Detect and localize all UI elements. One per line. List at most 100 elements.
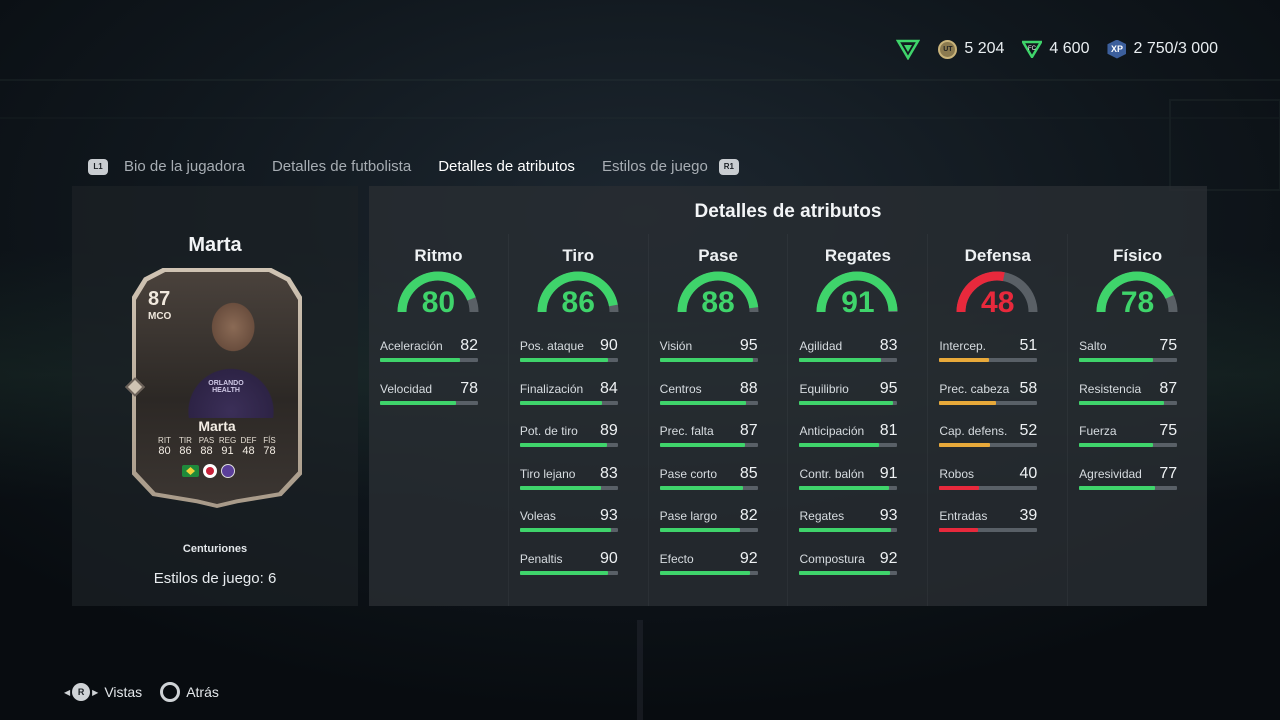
category-name: Físico bbox=[1112, 246, 1163, 265]
r1-button-hint[interactable]: R1 bbox=[718, 158, 739, 175]
right-stick-icon: R bbox=[72, 683, 91, 701]
stat-value: 93 bbox=[879, 507, 898, 525]
category-name: Defensa bbox=[964, 246, 1031, 265]
circle-button-icon[interactable] bbox=[160, 682, 181, 702]
stat-name: Efecto bbox=[659, 552, 694, 566]
l1-button-hint[interactable]: L1 bbox=[88, 158, 108, 175]
player-card[interactable]: ORLANDO HEALTH 87 MCO Marta RIT TIR PAS … bbox=[125, 268, 302, 508]
stat-value: 75 bbox=[1159, 337, 1178, 354]
stat-bar-fill bbox=[939, 400, 997, 405]
card-stat-value: 80 bbox=[158, 445, 171, 457]
tab-player-details[interactable]: Detalles de futbolista bbox=[272, 158, 411, 175]
stat-value: 83 bbox=[600, 464, 618, 482]
attribute-stat: Entradas 39 bbox=[939, 507, 1038, 533]
stat-bar-fill bbox=[799, 528, 891, 533]
stat-bar bbox=[519, 528, 618, 533]
stat-value: 77 bbox=[1159, 464, 1178, 482]
stat-name: Anticipación bbox=[799, 424, 865, 439]
stat-bar-fill bbox=[799, 443, 879, 448]
stat-value: 87 bbox=[739, 422, 758, 440]
club-crest-icon bbox=[221, 464, 235, 478]
stat-bar bbox=[939, 528, 1038, 533]
stat-bar-fill bbox=[519, 528, 611, 533]
card-stat-value: 78 bbox=[263, 445, 276, 457]
views-label[interactable]: Vistas bbox=[104, 684, 142, 700]
stat-bar bbox=[1079, 485, 1178, 490]
stat-value: 83 bbox=[879, 337, 898, 354]
attribute-stat: Agresividad 77 bbox=[1079, 464, 1178, 490]
views-button[interactable]: ◀ R ▶ bbox=[64, 683, 98, 701]
tab-attribute-details[interactable]: Detalles de atributos bbox=[438, 158, 575, 175]
stat-bar-fill bbox=[1079, 443, 1153, 448]
card-badges bbox=[182, 464, 235, 479]
back-label[interactable]: Atrás bbox=[186, 684, 219, 700]
stat-bar bbox=[659, 571, 758, 575]
left-arrow-icon: ◀ bbox=[64, 687, 71, 697]
stat-value: 78 bbox=[460, 379, 478, 397]
stat-name: Pos. ataque bbox=[519, 339, 584, 353]
stat-bar bbox=[939, 358, 1038, 362]
brazil-flag-icon bbox=[182, 465, 199, 477]
stat-name: Entradas bbox=[939, 509, 988, 524]
card-stat-value: 48 bbox=[242, 445, 255, 457]
attribute-stat: Contr. balón 91 bbox=[799, 465, 898, 490]
xp-value: 2 750/3 000 bbox=[1133, 40, 1218, 57]
attribute-stat: Visión 95 bbox=[659, 337, 758, 362]
attribute-stat: Penaltis 90 bbox=[519, 550, 618, 575]
stat-value: 52 bbox=[1019, 422, 1038, 440]
stat-name: Contr. balón bbox=[799, 466, 865, 481]
stat-name: Prec. cabeza bbox=[939, 381, 1010, 396]
stat-bar bbox=[519, 358, 618, 362]
card-type-label: Centuriones bbox=[182, 543, 248, 555]
stat-bar-fill bbox=[939, 528, 978, 533]
stat-bar-fill bbox=[380, 358, 461, 362]
currency-bar: UT 5 204 FC 4 600 XP 2 750/3 000 bbox=[896, 38, 1218, 60]
player-name: Marta bbox=[188, 234, 242, 256]
attribute-stat: Cap. defens. 52 bbox=[939, 422, 1038, 448]
category-value: 91 bbox=[841, 286, 875, 319]
svg-text:FC: FC bbox=[1028, 46, 1037, 52]
attribute-column: Regates 91 Agilidad 83 Equilibrio 95 Anticipac… bbox=[788, 234, 929, 606]
xp-group: XP 2 750/3 000 bbox=[1107, 39, 1218, 59]
stat-bar bbox=[659, 485, 758, 490]
card-stat-label: TIR bbox=[179, 436, 192, 445]
stat-value: 82 bbox=[460, 337, 478, 354]
player-photo bbox=[176, 288, 286, 418]
coin-icon: UT bbox=[938, 39, 958, 59]
points-icon: FC bbox=[1022, 40, 1043, 58]
stat-name: Voleas bbox=[519, 509, 556, 524]
stat-bar bbox=[659, 358, 758, 362]
stat-bar bbox=[659, 443, 758, 448]
stat-bar-fill bbox=[659, 358, 753, 362]
stat-bar bbox=[799, 485, 898, 490]
stat-value: 40 bbox=[1019, 464, 1038, 482]
playstyles-count: Estilos de juego: 6 bbox=[153, 570, 277, 587]
stat-value: 84 bbox=[600, 379, 618, 397]
stat-bar-fill bbox=[939, 358, 990, 362]
stat-value: 95 bbox=[879, 379, 898, 397]
stat-value: 58 bbox=[1019, 379, 1038, 397]
attribute-stat: Pot. de tiro 89 bbox=[519, 422, 618, 448]
card-stat-value: 91 bbox=[221, 445, 234, 457]
attribute-column: Tiro 86 Pos. ataque 90 Finalización 84 Pot. de… bbox=[509, 234, 649, 606]
tab-playstyles[interactable]: Estilos de juego bbox=[602, 158, 708, 175]
card-rating: 87 bbox=[148, 288, 171, 310]
stat-name: Finalización bbox=[519, 381, 584, 396]
stat-value: 90 bbox=[600, 550, 618, 567]
stat-bar-fill bbox=[799, 571, 890, 575]
stat-bar bbox=[799, 443, 898, 448]
stat-value: 90 bbox=[600, 337, 618, 354]
stat-bar-fill bbox=[659, 485, 743, 490]
stat-name: Penaltis bbox=[519, 552, 563, 566]
xp-icon: XP bbox=[1107, 39, 1127, 59]
stat-name: Agilidad bbox=[799, 339, 843, 353]
stat-bar bbox=[799, 358, 898, 362]
stat-bar bbox=[380, 358, 478, 362]
attribute-stat: Fuerza 75 bbox=[1079, 422, 1178, 448]
stat-bar bbox=[939, 443, 1038, 448]
stat-bar bbox=[799, 528, 898, 533]
tab-bio[interactable]: Bio de la jugadora bbox=[124, 158, 245, 175]
stat-bar-fill bbox=[1079, 400, 1165, 405]
card-stats: RIT TIR PAS REG DEF FÍS 80 86 88 91 48 7… bbox=[154, 436, 280, 457]
stat-name: Resistencia bbox=[1079, 381, 1142, 396]
